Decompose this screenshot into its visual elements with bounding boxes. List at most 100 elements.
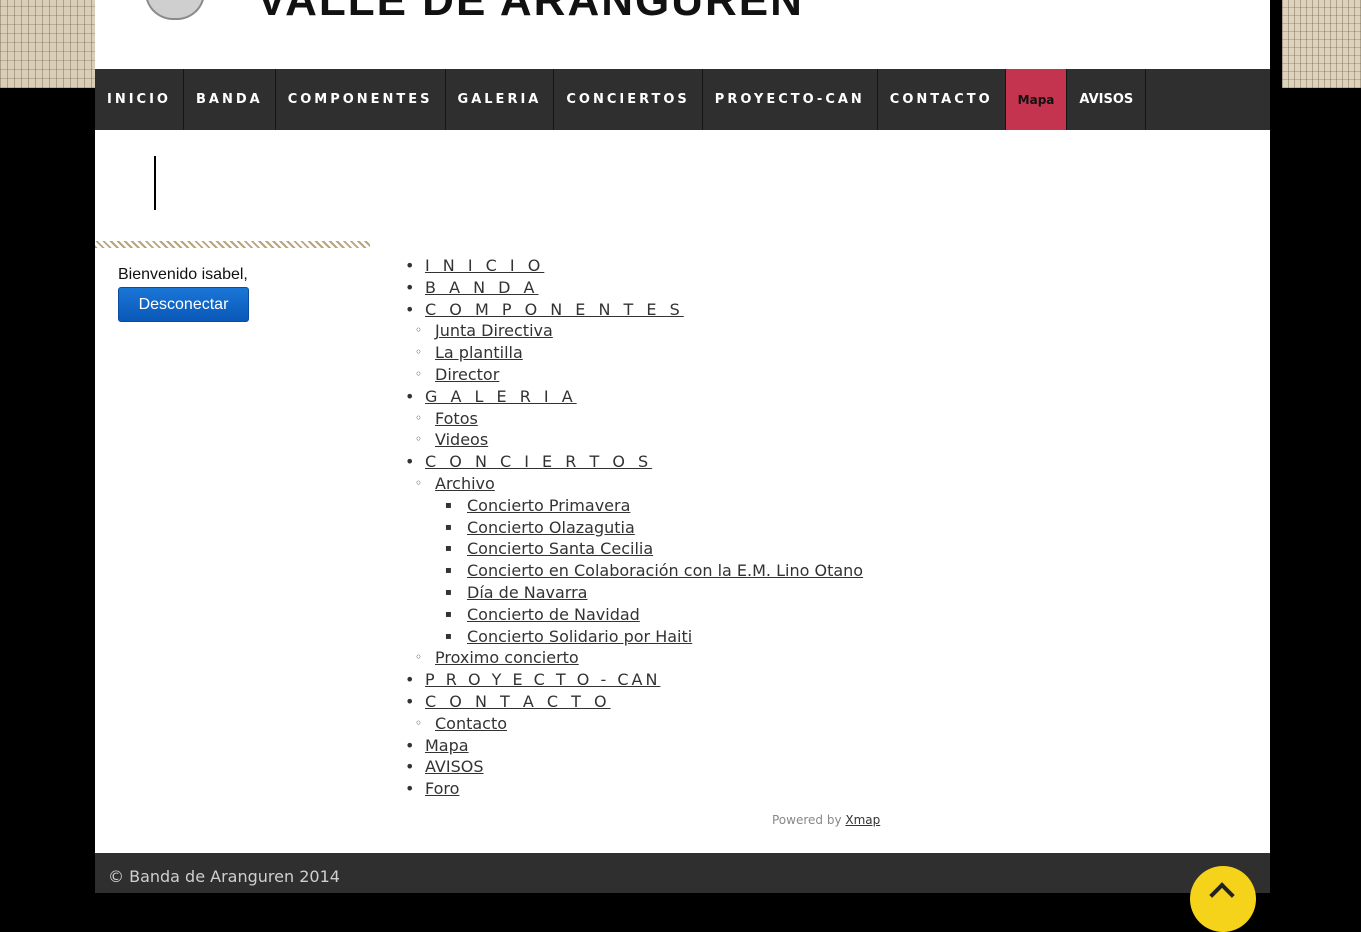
sitemap-link-conciertos[interactable]: C O N C I E R T O S xyxy=(425,452,652,471)
logout-button[interactable]: Desconectar xyxy=(118,287,249,322)
sitemap-link-concierto-olazagutia[interactable]: Concierto Olazagutia xyxy=(467,518,635,537)
page-container: VALLE DE ARANGUREN INICIO BANDA COMPONEN… xyxy=(95,0,1270,932)
sitemap-link-concierto-colaboracion[interactable]: Concierto en Colaboración con la E.M. Li… xyxy=(467,561,863,580)
sidebar-divider xyxy=(95,241,370,248)
nav-item-mapa[interactable]: Mapa xyxy=(1005,69,1068,130)
sitemap-link-componentes[interactable]: C O M P O N E N T E S xyxy=(425,300,684,319)
sitemap-item: • C O M P O N E N T E S xyxy=(405,299,863,321)
nav-item-avisos[interactable]: AVISOS xyxy=(1067,69,1147,130)
nav-item-contacto[interactable]: CONTACTO xyxy=(878,69,1006,130)
sitemap-link-concierto-de-navidad[interactable]: Concierto de Navidad xyxy=(467,605,640,624)
sitemap-link-fotos[interactable]: Fotos xyxy=(435,409,478,428)
sitemap-link-proyecto-can[interactable]: P R O Y E C T O - CAN xyxy=(425,670,660,689)
sitemap-link-inicio[interactable]: I N I C I O xyxy=(425,256,544,275)
bullet-icon: ◦ xyxy=(415,366,423,381)
bullet-icon: ▪ xyxy=(445,586,452,598)
sitemap-link-archivo[interactable]: Archivo xyxy=(435,474,495,493)
sitemap-subitem: ◦ Junta Directiva xyxy=(405,320,863,342)
sitemap-subitem: ◦ Proximo concierto xyxy=(405,647,863,669)
site-title: VALLE DE ARANGUREN xyxy=(257,0,804,25)
bullet-icon: ◦ xyxy=(415,650,423,665)
bullet-icon: • xyxy=(405,256,415,275)
bullet-icon: • xyxy=(405,277,415,297)
nav-item-conciertos[interactable]: CONCIERTOS xyxy=(554,69,703,130)
powered-by-label: Powered by xyxy=(772,813,846,827)
bullet-icon: • xyxy=(405,735,415,755)
sitemap: • I N I C I O • B A N D A • C O M P O N E N… xyxy=(405,255,863,800)
bullet-icon: ◦ xyxy=(415,432,423,447)
sitemap-link-concierto-solidario-haiti[interactable]: Concierto Solidario por Haiti xyxy=(467,627,692,646)
sitemap-link-proximo-concierto[interactable]: Proximo concierto xyxy=(435,648,579,667)
sitemap-item: • B A N D A xyxy=(405,277,863,299)
sitemap-subsubitem: ▪ Concierto Primavera xyxy=(405,495,863,517)
sitemap-item: • C O N T A C T O xyxy=(405,691,863,713)
text-cursor xyxy=(154,156,156,210)
sitemap-item: • I N I C I O xyxy=(405,255,863,277)
sitemap-link-videos[interactable]: Videos xyxy=(435,430,488,449)
bullet-icon: ◦ xyxy=(415,410,423,425)
bullet-icon: • xyxy=(405,299,415,319)
chevron-up-icon xyxy=(1209,882,1235,908)
sitemap-item: • G A L E R I A xyxy=(405,386,863,408)
scroll-to-top-button[interactable] xyxy=(1190,866,1256,932)
bullet-icon: ▪ xyxy=(445,499,452,511)
sitemap-link-concierto-primavera[interactable]: Concierto Primavera xyxy=(467,496,630,515)
sitemap-link-director[interactable]: Director xyxy=(435,365,499,384)
sitemap-subsubitem: ▪ Concierto de Navidad xyxy=(405,604,863,626)
sitemap-link-contacto-section[interactable]: C O N T A C T O xyxy=(425,692,611,711)
bullet-icon: ▪ xyxy=(445,565,452,577)
sitemap-link-galeria[interactable]: G A L E R I A xyxy=(425,387,577,406)
sitemap-link-foro[interactable]: Foro xyxy=(425,779,459,798)
bullet-icon: ◦ xyxy=(415,475,423,490)
sitemap-link-contacto[interactable]: Contacto xyxy=(435,714,507,733)
bullet-icon: • xyxy=(405,779,415,799)
sitemap-subsubitem: ▪ Concierto Santa Cecilia xyxy=(405,538,863,560)
nav-item-componentes[interactable]: COMPONENTES xyxy=(276,69,446,130)
bullet-icon: • xyxy=(405,757,415,777)
footer: © Banda de Aranguren 2014 xyxy=(95,853,1270,932)
sitemap-item: • AVISOS xyxy=(405,756,863,778)
sitemap-subitem: ◦ Director xyxy=(405,364,863,386)
sitemap-link-avisos[interactable]: AVISOS xyxy=(425,757,484,776)
sitemap-link-junta-directiva[interactable]: Junta Directiva xyxy=(435,321,553,340)
sitemap-item: • Foro xyxy=(405,778,863,800)
sitemap-item: • Mapa xyxy=(405,735,863,757)
sitemap-link-concierto-santa-cecilia[interactable]: Concierto Santa Cecilia xyxy=(467,539,653,558)
bullet-icon: ▪ xyxy=(445,630,452,642)
sitemap-subitem: ◦ Contacto xyxy=(405,713,863,735)
bullet-icon: ◦ xyxy=(415,715,423,730)
bullet-icon: ▪ xyxy=(445,543,452,555)
sitemap-item: • P R O Y E C T O - CAN xyxy=(405,669,863,691)
bullet-icon: ◦ xyxy=(415,323,423,338)
sitemap-subsubitem: ▪ Día de Navarra xyxy=(405,582,863,604)
nav-item-proyecto-can[interactable]: PROYECTO-CAN xyxy=(703,69,878,130)
copyright-text: © Banda de Aranguren 2014 xyxy=(108,867,340,886)
sitemap-subitem: ◦ Fotos xyxy=(405,408,863,430)
powered-by: Powered by Xmap xyxy=(772,813,880,827)
sitemap-subsubitem: ▪ Concierto Olazagutia xyxy=(405,517,863,539)
nav-item-galeria[interactable]: GALERIA xyxy=(446,69,555,130)
logo-emblem-icon xyxy=(145,0,205,20)
bullet-icon: • xyxy=(405,691,415,711)
sitemap-subitem: ◦ Archivo xyxy=(405,473,863,495)
bullet-icon: ▪ xyxy=(445,521,452,533)
bullet-icon: • xyxy=(405,452,415,472)
nav-item-inicio[interactable]: INICIO xyxy=(95,69,184,130)
bullet-icon: ▪ xyxy=(445,608,452,620)
bullet-icon: • xyxy=(405,386,415,406)
xmap-link[interactable]: Xmap xyxy=(845,813,880,827)
sitemap-link-la-plantilla[interactable]: La plantilla xyxy=(435,343,523,362)
bullet-icon: ◦ xyxy=(415,345,423,360)
background-sheet-music-right xyxy=(1282,0,1361,88)
welcome-text: Bienvenido isabel, xyxy=(118,266,248,283)
sitemap-link-mapa[interactable]: Mapa xyxy=(425,736,469,755)
sitemap-subitem: ◦ La plantilla xyxy=(405,342,863,364)
background-sheet-music-left xyxy=(0,0,95,88)
sitemap-item: • C O N C I E R T O S xyxy=(405,451,863,473)
bullet-icon: • xyxy=(405,670,415,690)
sitemap-link-dia-de-navarra[interactable]: Día de Navarra xyxy=(467,583,587,602)
sitemap-subsubitem: ▪ Concierto en Colaboración con la E.M. L… xyxy=(405,560,863,582)
nav-item-banda[interactable]: BANDA xyxy=(184,69,276,130)
sitemap-link-banda[interactable]: B A N D A xyxy=(425,278,539,297)
sitemap-subitem: ◦ Videos xyxy=(405,429,863,451)
